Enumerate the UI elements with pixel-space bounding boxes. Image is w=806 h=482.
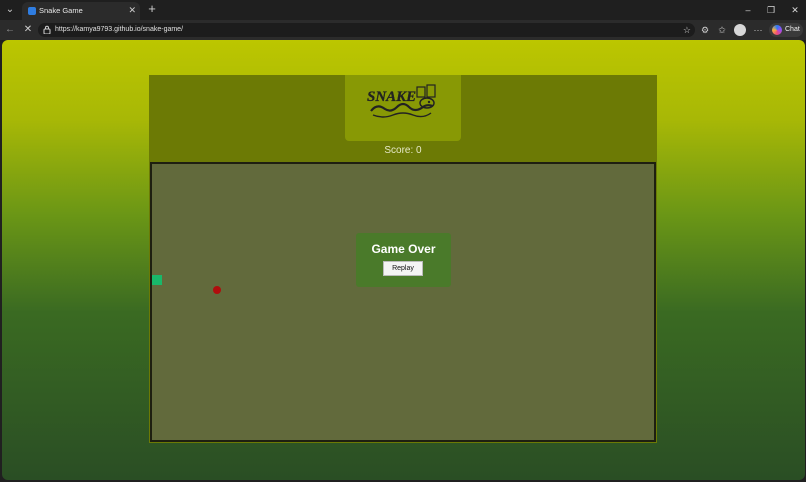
- url-text: https://kamya9793.github.io/snake-game/: [55, 26, 184, 33]
- logo-text: SNAKE: [367, 89, 416, 105]
- address-bar[interactable]: https://kamya9793.github.io/snake-game/ …: [38, 23, 695, 37]
- copilot-chat-button[interactable]: Chat: [769, 23, 803, 37]
- lock-icon: [43, 25, 51, 34]
- page-viewport: SNAKE Score: 0 Game Over Replay: [2, 40, 805, 480]
- replay-button[interactable]: Replay: [383, 261, 423, 276]
- food-item: [213, 286, 221, 294]
- snake-segment: [152, 275, 162, 285]
- favorite-star-icon[interactable]: ☆: [683, 23, 691, 37]
- score-display: Score: 0: [384, 145, 422, 156]
- browser-titlebar: ⌄ Snake Game ✕ + – ❐ ✕: [0, 0, 806, 20]
- snake-logo: SNAKE: [367, 84, 436, 118]
- back-button[interactable]: ←: [3, 23, 17, 37]
- stop-loading-button[interactable]: ✕: [21, 23, 35, 37]
- favorites-icon[interactable]: ✩: [715, 23, 729, 37]
- browser-toolbar: ← ✕ https://kamya9793.github.io/snake-ga…: [0, 20, 806, 40]
- game-board[interactable]: Game Over Replay: [150, 162, 656, 442]
- more-menu-icon[interactable]: ···: [751, 23, 765, 37]
- tab-close-icon[interactable]: ✕: [128, 4, 136, 16]
- game-container: SNAKE Score: 0 Game Over Replay: [149, 75, 657, 443]
- new-tab-button[interactable]: +: [145, 2, 159, 16]
- tab-title: Snake Game: [39, 6, 83, 15]
- tab-actions-chevron-icon[interactable]: ⌄: [3, 3, 17, 17]
- extensions-icon[interactable]: ⚙: [698, 23, 712, 37]
- game-over-dialog: Game Over Replay: [356, 233, 451, 287]
- game-over-title: Game Over: [371, 242, 436, 256]
- profile-avatar-icon[interactable]: [734, 24, 746, 36]
- copilot-logo-icon: [772, 25, 782, 35]
- close-window-button[interactable]: ✕: [788, 3, 802, 17]
- tab-favicon-icon: [28, 7, 36, 15]
- tab-snake-game[interactable]: Snake Game ✕: [22, 2, 140, 20]
- logo-box: SNAKE: [345, 75, 461, 141]
- minimize-button[interactable]: –: [741, 3, 755, 17]
- restore-button[interactable]: ❐: [764, 3, 778, 17]
- chat-label: Chat: [785, 26, 800, 33]
